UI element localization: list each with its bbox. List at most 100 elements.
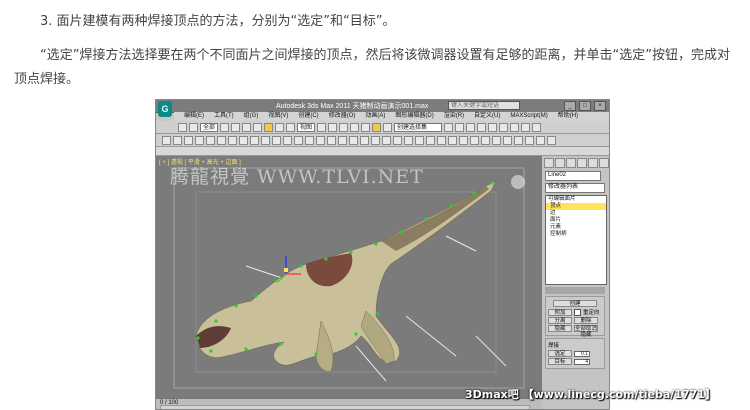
ribbon-tool-17-icon[interactable]: [338, 135, 347, 145]
perspective-viewport[interactable]: [ + ] 透视 [ 平滑 + 高光 + 边面 ] 腾龍視覺 WWW.TLVI.…: [156, 156, 543, 398]
ribbon-tool-12-icon[interactable]: [283, 135, 292, 145]
named-selection-combo[interactable]: 创建选择集: [394, 122, 443, 132]
minimize-button[interactable]: _: [564, 101, 576, 111]
ribbon-tool-6-icon[interactable]: [217, 135, 226, 145]
menu-help[interactable]: 帮助(H): [558, 112, 578, 121]
ribbon-tool-13-icon[interactable]: [294, 135, 303, 145]
percent-snap-icon[interactable]: [372, 122, 382, 132]
pivot-icon[interactable]: [317, 122, 327, 132]
layer-icon[interactable]: [466, 122, 476, 132]
ribbon-tool-23-icon[interactable]: [404, 135, 413, 145]
target-pixels-spinner[interactable]: 4: [574, 358, 590, 365]
hierarchy-tab-icon[interactable]: [566, 158, 576, 168]
ribbon-tool-18-icon[interactable]: [349, 135, 358, 145]
stack-item-handle[interactable]: 控制柄: [546, 231, 606, 238]
menu-customize[interactable]: 自定义(U): [474, 112, 500, 121]
align-icon[interactable]: [455, 122, 465, 132]
ribbon-tool-35-icon[interactable]: [536, 135, 545, 145]
redo-icon[interactable]: [189, 122, 198, 132]
undo-icon[interactable]: [178, 122, 187, 132]
menu-graph-editors[interactable]: 图形编辑器(D): [395, 112, 433, 121]
render-icon[interactable]: [532, 122, 542, 132]
modifier-list-dropdown[interactable]: 修改器列表: [545, 183, 605, 193]
window-crossing-icon[interactable]: [253, 122, 263, 132]
delete-button[interactable]: 删除: [574, 317, 598, 324]
ribbon-tool-32-icon[interactable]: [503, 135, 512, 145]
display-tab-icon[interactable]: [588, 158, 598, 168]
ribbon-tool-33-icon[interactable]: [514, 135, 523, 145]
select-by-name-icon[interactable]: [231, 122, 241, 132]
hide-button[interactable]: 隐藏: [548, 325, 572, 332]
ribbon-tool-25-icon[interactable]: [426, 135, 435, 145]
ribbon-tool-28-icon[interactable]: [459, 135, 468, 145]
keyboard-shortcut-icon[interactable]: [339, 122, 349, 132]
spinner-snap-icon[interactable]: [383, 122, 393, 132]
select-object-icon[interactable]: [220, 122, 230, 132]
object-name-field[interactable]: Line02: [545, 171, 601, 181]
ribbon-tool-9-icon[interactable]: [250, 135, 259, 145]
menu-maxscript[interactable]: MAXScript(M): [510, 112, 547, 121]
ribbon-tool-21-icon[interactable]: [382, 135, 391, 145]
ribbon-tool-8-icon[interactable]: [239, 135, 248, 145]
ribbon-tool-11-icon[interactable]: [272, 135, 281, 145]
menu-animation[interactable]: 动画(A): [365, 112, 385, 121]
ribbon-tool-5-icon[interactable]: [206, 135, 215, 145]
ribbon-tool-19-icon[interactable]: [360, 135, 369, 145]
ribbon-tool-20-icon[interactable]: [371, 135, 380, 145]
ribbon-tool-3-icon[interactable]: [184, 135, 193, 145]
menu-rendering[interactable]: 渲染(R): [444, 112, 464, 121]
ribbon-tool-15-icon[interactable]: [316, 135, 325, 145]
stack-item-element[interactable]: 元素: [546, 224, 606, 231]
rotate-icon[interactable]: [275, 122, 285, 132]
ribbon-tool-34-icon[interactable]: [525, 135, 534, 145]
menu-group[interactable]: 组(G): [244, 112, 259, 121]
menu-modifiers[interactable]: 修改器(O): [329, 112, 356, 121]
unhide-all-button[interactable]: 全部取消隐藏: [574, 325, 598, 338]
ribbon-tool-1-icon[interactable]: [162, 135, 171, 145]
stack-item-edge[interactable]: 边: [546, 210, 606, 217]
modify-tab-icon[interactable]: [555, 158, 565, 168]
ribbon-tool-26-icon[interactable]: [437, 135, 446, 145]
ribbon-tool-14-icon[interactable]: [305, 135, 314, 145]
maximize-button[interactable]: □: [579, 101, 591, 111]
weld-target-button[interactable]: 目标: [548, 358, 572, 365]
utilities-tab-icon[interactable]: [599, 158, 609, 168]
render-frame-icon[interactable]: [521, 122, 531, 132]
motion-tab-icon[interactable]: [577, 158, 587, 168]
menu-edit[interactable]: 编辑(E): [184, 112, 204, 121]
manipulate-icon[interactable]: [328, 122, 338, 132]
stack-item-vertex[interactable]: 顶点: [546, 203, 606, 210]
scale-icon[interactable]: [286, 122, 296, 132]
attach-button[interactable]: 附加: [548, 308, 572, 316]
selection-filter-combo[interactable]: 全部: [200, 122, 219, 132]
create-tab-icon[interactable]: [544, 158, 554, 168]
schematic-icon[interactable]: [488, 122, 498, 132]
ribbon-tool-2-icon[interactable]: [173, 135, 182, 145]
ribbon-tool-36-icon[interactable]: [547, 135, 556, 145]
ribbon-tool-7-icon[interactable]: [228, 135, 237, 145]
stack-item-editable-patch[interactable]: 可编辑面片: [546, 196, 606, 203]
ribbon-tool-16-icon[interactable]: [327, 135, 336, 145]
menu-views[interactable]: 视图(V): [268, 112, 288, 121]
weld-selected-button[interactable]: 选定: [548, 350, 572, 357]
menu-create[interactable]: 创建(C): [298, 112, 318, 121]
material-editor-icon[interactable]: [499, 122, 509, 132]
rect-select-icon[interactable]: [242, 122, 252, 132]
mirror-icon[interactable]: [444, 122, 454, 132]
app-logo-icon[interactable]: G: [158, 101, 172, 117]
snap-icon[interactable]: [350, 122, 360, 132]
ribbon-tool-27-icon[interactable]: [448, 135, 457, 145]
weld-threshold-spinner[interactable]: 0.1: [574, 350, 590, 357]
close-button[interactable]: ×: [594, 101, 606, 111]
reorient-checkbox[interactable]: [574, 308, 581, 316]
ribbon-tool-29-icon[interactable]: [470, 135, 479, 145]
angle-snap-icon[interactable]: [361, 122, 371, 132]
ribbon-tool-22-icon[interactable]: [393, 135, 402, 145]
ribbon-tool-31-icon[interactable]: [492, 135, 501, 145]
ribbon-tool-4-icon[interactable]: [195, 135, 204, 145]
stack-item-patch[interactable]: 面片: [546, 217, 606, 224]
move-icon[interactable]: [264, 122, 274, 132]
menu-tools[interactable]: 工具(T): [214, 112, 234, 121]
ribbon-tool-24-icon[interactable]: [415, 135, 424, 145]
curve-editor-icon[interactable]: [477, 122, 487, 132]
